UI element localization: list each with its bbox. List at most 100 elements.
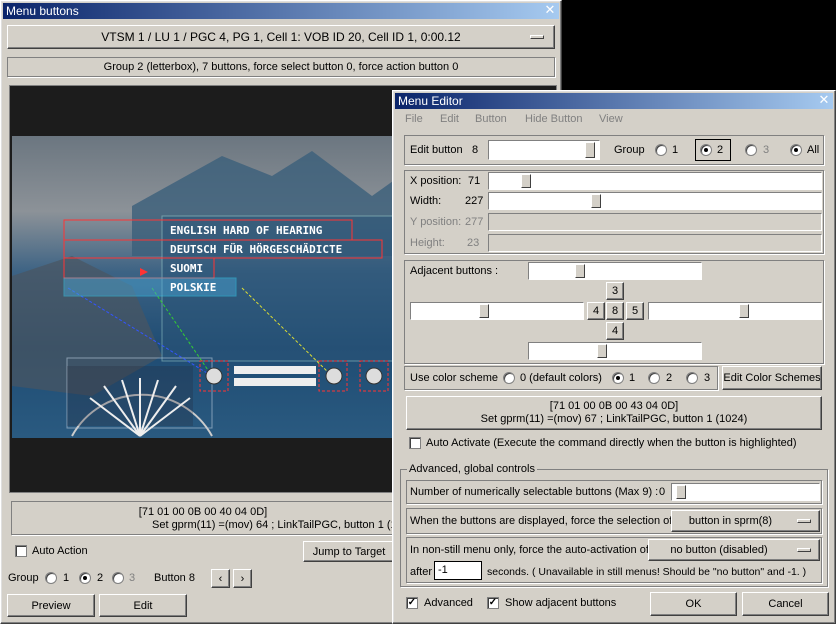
num-select-slider[interactable] <box>671 483 820 501</box>
prev-button[interactable]: ‹ <box>211 569 230 588</box>
close-icon[interactable]: ✕ <box>543 3 557 17</box>
close-icon[interactable]: ✕ <box>817 93 831 107</box>
cancel-button[interactable]: Cancel <box>742 592 829 616</box>
adjacent-down-value: 4 <box>606 322 624 340</box>
auto-action-checkbox[interactable] <box>15 545 27 557</box>
color-scheme-radio-1-label: 1 <box>629 372 636 384</box>
edit-color-schemes-button[interactable]: Edit Color Schemes <box>722 366 822 390</box>
num-select-value: 0 <box>659 486 666 498</box>
force-select-value: button in sprm(8) <box>688 515 773 527</box>
group-label: Group <box>8 572 39 584</box>
edit-button-label: Edit button <box>410 144 463 156</box>
slider-thumb[interactable] <box>479 304 489 318</box>
menu-editor-titlebar: Menu Editor ✕ <box>395 93 833 109</box>
force-activate-value: no button (disabled) <box>670 544 768 556</box>
me-group-radio-all[interactable] <box>790 144 802 156</box>
color-scheme-radio-2[interactable] <box>648 372 660 384</box>
width-slider[interactable] <box>488 192 822 210</box>
auto-action-label: Auto Action <box>32 545 88 557</box>
command-hex: [71 01 00 0B 00 40 04 0D] <box>138 506 268 518</box>
chevron-left-icon: ‹ <box>218 572 223 585</box>
me-group-radio-2-label: 2 <box>717 144 724 156</box>
adjacent-left-value: 4 <box>587 302 605 320</box>
y-position-value: 277 <box>465 216 484 228</box>
jump-to-target-button[interactable]: Jump to Target <box>303 541 395 562</box>
command-box: [71 01 00 0B 00 40 04 0D] Set gprm(11) =… <box>11 501 403 535</box>
slider-thumb[interactable] <box>597 344 607 358</box>
group-radio-2[interactable] <box>79 572 91 584</box>
command-button[interactable]: [71 01 00 0B 00 43 04 0D] Set gprm(11) =… <box>406 396 822 430</box>
menu-view[interactable]: View <box>599 113 623 125</box>
menu-buttons-titlebar: Menu buttons ✕ <box>3 3 559 19</box>
edit-button[interactable]: Edit <box>99 594 187 617</box>
me-group-radio-2[interactable] <box>700 144 712 156</box>
edit-button-slider[interactable] <box>488 140 600 160</box>
slider-thumb[interactable] <box>521 174 531 188</box>
width-value: 227 <box>465 195 484 207</box>
video-item-1: DEUTSCH FÜR HÖRGESCHÄDICTE <box>170 243 343 256</box>
advanced-label: Advanced <box>424 597 473 609</box>
video-item-3: POLSKIE <box>170 281 217 294</box>
me-group-radio-1-label: 1 <box>672 144 679 156</box>
preview-button[interactable]: Preview <box>7 594 95 617</box>
group-radio-1[interactable] <box>45 572 57 584</box>
adjacent-up-value: 3 <box>606 282 624 300</box>
menu-file[interactable]: File <box>405 113 423 125</box>
adjacent-down-slider[interactable] <box>528 342 702 360</box>
location-dropdown[interactable]: VTSM 1 / LU 1 / PGC 4, PG 1, Cell 1: VOB… <box>7 25 555 49</box>
next-button[interactable]: › <box>233 569 252 588</box>
auto-activate-checkbox[interactable] <box>409 437 421 449</box>
auto-activate-label: Auto Activate (Execute the command direc… <box>426 437 797 449</box>
command-text: Set gprm(11) =(mov) 64 ; LinkTailPGC, bu… <box>152 519 403 531</box>
slider-thumb[interactable] <box>591 194 601 208</box>
menu-hide-button[interactable]: Hide Button <box>525 113 582 125</box>
menu-editor-title: Menu Editor <box>398 94 463 108</box>
advanced-legend: Advanced, global controls <box>407 463 537 476</box>
force-activate-label: In non-still menu only, force the auto-a… <box>410 544 649 556</box>
color-scheme-radio-3[interactable] <box>686 372 698 384</box>
color-scheme-radio-1[interactable] <box>612 372 624 384</box>
group-label: Group <box>614 144 645 156</box>
width-label: Width: <box>410 195 442 207</box>
adjacent-up-slider[interactable] <box>528 262 702 280</box>
ok-button[interactable]: OK <box>650 592 737 616</box>
seconds-label: seconds. ( Unavailable in still menus! S… <box>487 566 807 578</box>
me-group-radio-all-label: All <box>807 144 820 156</box>
force-select-label: When the buttons are displayed, force th… <box>410 515 673 527</box>
adjacent-right-slider[interactable] <box>648 302 822 320</box>
me-group-radio-3[interactable] <box>745 144 757 156</box>
slider-thumb[interactable] <box>676 485 686 499</box>
num-select-label: Number of numerically selectable buttons… <box>410 486 659 498</box>
menu-edit[interactable]: Edit <box>440 113 459 125</box>
y-position-label: Y position: <box>410 216 462 228</box>
video-item-2: SUOMI <box>170 262 204 275</box>
adjacent-right-value: 5 <box>626 302 644 320</box>
color-scheme-label: Use color scheme <box>410 372 499 384</box>
me-group-radio-3-label: 3 <box>763 144 770 156</box>
command-hex: [71 01 00 0B 00 43 04 0D] <box>549 400 679 412</box>
adjacent-left-slider[interactable] <box>410 302 584 320</box>
after-seconds-value: -1 <box>438 564 448 576</box>
color-scheme-radio-2-label: 2 <box>666 372 673 384</box>
adjacent-label: Adjacent buttons : <box>410 265 499 277</box>
x-position-slider[interactable] <box>488 172 822 190</box>
slider-thumb[interactable] <box>585 142 595 158</box>
chevron-right-icon: › <box>240 572 245 585</box>
me-group-radio-1[interactable] <box>655 144 667 156</box>
color-scheme-radio-0[interactable] <box>503 372 515 384</box>
after-seconds-input[interactable]: -1 <box>434 561 482 580</box>
force-select-dropdown[interactable]: button in sprm(8) <box>671 510 820 532</box>
color-scheme-radio-0-label: 0 (default colors) <box>520 372 602 384</box>
slider-thumb[interactable] <box>739 304 749 318</box>
height-label: Height: <box>410 237 445 249</box>
slider-thumb[interactable] <box>575 264 585 278</box>
show-adjacent-checkbox[interactable]: ✓ <box>487 597 499 609</box>
group-radio-3[interactable] <box>112 572 124 584</box>
advanced-checkbox[interactable]: ✓ <box>406 597 418 609</box>
force-activate-dropdown[interactable]: no button (disabled) <box>648 539 820 561</box>
menu-button[interactable]: Button <box>475 113 507 125</box>
group-radio-1-label: 1 <box>63 572 70 584</box>
dropdown-icon <box>530 35 544 39</box>
show-adjacent-label: Show adjacent buttons <box>505 597 617 609</box>
edit-button-value: 8 <box>472 144 479 156</box>
